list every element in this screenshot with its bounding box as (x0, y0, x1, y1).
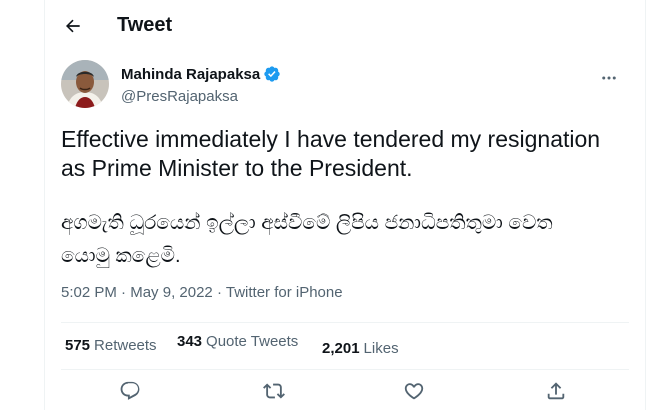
tweet-stats: 575 Retweets 343 Quote Tweets 2,201 Likes (61, 327, 629, 365)
retweet-button[interactable] (257, 374, 291, 408)
retweets-label: Retweets (94, 337, 157, 354)
author-name-link[interactable]: Mahinda Rajapaksa (121, 65, 281, 83)
avatar-image (61, 60, 109, 108)
tweet-date[interactable]: May 9, 2022 (130, 284, 213, 301)
quotes-label: Quote Tweets (206, 333, 299, 350)
retweets-stat[interactable]: 575 Retweets (65, 337, 157, 354)
tweet-detail-column: Tweet Mahinda Rajapaksa @PresRajapaksa E… (44, 0, 646, 410)
tweet-author: Mahinda Rajapaksa @PresRajapaksa (61, 60, 629, 116)
heart-icon (404, 383, 424, 400)
quotes-count: 343 (177, 333, 203, 350)
tweet-text-english: Effective immediately I have tendered my… (61, 126, 601, 181)
avatar[interactable] (61, 60, 109, 108)
tweet-metadata: 5:02 PM · May 9, 2022 · Twitter for iPho… (61, 284, 343, 301)
divider (61, 369, 629, 370)
more-button[interactable] (593, 62, 625, 94)
divider (61, 322, 629, 323)
back-button[interactable] (55, 8, 91, 44)
tweet-time[interactable]: 5:02 PM (61, 284, 117, 301)
share-icon (547, 382, 565, 400)
like-button[interactable] (397, 374, 431, 408)
reply-icon (120, 381, 140, 400)
top-bar: Tweet (45, 0, 645, 52)
quote-tweets-stat[interactable]: 343 Quote Tweets (177, 333, 298, 350)
author-handle[interactable]: @PresRajapaksa (121, 88, 238, 105)
author-name: Mahinda Rajapaksa (121, 65, 261, 83)
more-horizontal-icon (602, 76, 616, 80)
meta-separator: · (216, 284, 222, 301)
tweet-source[interactable]: Twitter for iPhone (226, 284, 343, 301)
verified-badge-icon (264, 66, 280, 82)
likes-stat[interactable]: 2,201 Likes (322, 340, 399, 357)
arrow-left-icon (66, 19, 80, 33)
tweet-actions (61, 372, 629, 410)
meta-separator: · (121, 284, 127, 301)
reply-button[interactable] (113, 374, 147, 408)
retweets-count: 575 (65, 337, 91, 354)
likes-count: 2,201 (322, 340, 360, 357)
tweet-text-sinhala: අගමැති ධූරයෙන් ඉල්ලා අස්වීමේ ලිපිය ජනාධි… (61, 212, 553, 267)
share-button[interactable] (539, 374, 573, 408)
likes-label: Likes (363, 340, 399, 357)
retweet-icon (263, 383, 285, 399)
page-title: Tweet (117, 14, 173, 36)
